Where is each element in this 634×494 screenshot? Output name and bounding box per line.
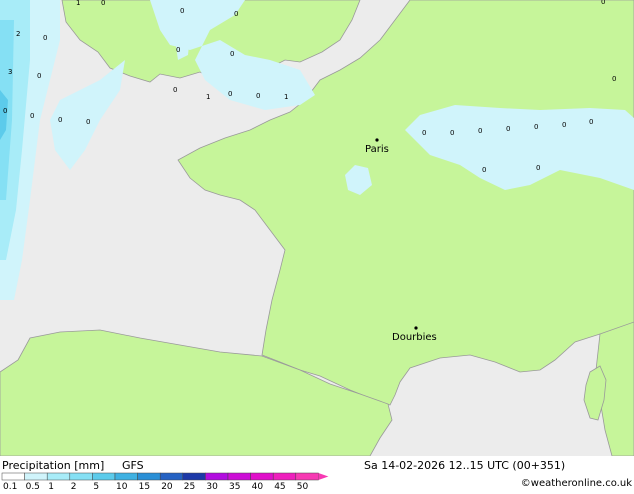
station-value: 0 (506, 125, 510, 133)
station-value: 0 (101, 0, 105, 7)
station-value: 0 (173, 86, 177, 94)
station-value: 0 (43, 34, 47, 42)
precipitation-map: 1 0 0 0 0 2 0 3 0 0 0 0 1 1 0 0 0 0 0 0 … (0, 0, 634, 456)
station-value: 0 (180, 7, 184, 15)
station-value: 0 (589, 118, 593, 126)
station-value: 0 (228, 90, 232, 98)
station-value: 0 (86, 118, 90, 126)
city-dot-dourbies (414, 326, 418, 330)
station-value: 0 (30, 112, 34, 120)
colorbar-tick-label: 5 (93, 482, 99, 490)
colorbar-ticks: 0.1 0.5 1 2 5 10 15 20 25 30 35 40 45 50 (3, 482, 309, 492)
footer: Precipitation [mm] GFS Sa 14-02-2026 12.… (0, 456, 634, 492)
colorbar-segment (227, 472, 251, 481)
station-value: 0 (562, 121, 566, 129)
colorbar-segment (295, 472, 319, 481)
legend-model: GFS (122, 459, 144, 472)
station-value: 2 (16, 30, 20, 38)
station-value: 1 (76, 0, 80, 7)
city-label-dourbies: Dourbies (392, 332, 437, 343)
station-value: 1 (284, 93, 288, 101)
colorbar-segment (92, 472, 116, 481)
station-value: 0 (534, 123, 538, 131)
colorbar-segment (137, 472, 161, 481)
colorbar-tick-label: 2 (71, 482, 77, 490)
station-value: 1 (206, 93, 210, 101)
colorbar-segment (114, 472, 138, 481)
colorbar-segment (1, 472, 25, 481)
colorbar (1, 472, 329, 481)
colorbar-tick-label: 30 (206, 482, 218, 490)
colorbar-segment (24, 472, 48, 481)
colorbar-tick-label: 10 (116, 482, 128, 490)
colorbar-tick-label: 25 (184, 482, 195, 490)
colorbar-tick-label: 45 (274, 482, 285, 490)
colorbar-tick-label: 15 (139, 482, 150, 490)
station-value: 0 (478, 127, 482, 135)
station-value: 0 (58, 116, 62, 124)
colorbar-tick-label: 1 (48, 482, 54, 490)
station-value: 0 (601, 0, 605, 6)
colorbar-tick-label: 50 (297, 482, 309, 490)
colorbar-tick-label: 35 (229, 482, 240, 490)
colorbar-segment (205, 472, 229, 481)
colorbar-segment (272, 472, 297, 481)
station-value: 0 (422, 129, 426, 137)
station-value: 0 (450, 129, 454, 137)
station-value: 0 (256, 92, 260, 100)
colorbar-tick-label: 0.1 (3, 482, 17, 490)
credit-text: ©weatheronline.co.uk (521, 478, 632, 489)
legend-title: Precipitation [mm] (2, 459, 104, 472)
colorbar-segment (182, 472, 206, 481)
station-value: 3 (8, 68, 12, 76)
city-label-paris: Paris (365, 144, 389, 155)
station-value: 0 (536, 164, 540, 172)
legend: Precipitation [mm] GFS Sa 14-02-2026 12.… (1, 459, 632, 492)
colorbar-segment (250, 472, 274, 481)
colorbar-segment (69, 472, 93, 481)
colorbar-segment (159, 472, 184, 481)
station-value: 0 (482, 166, 486, 174)
city-dot-paris (375, 138, 379, 142)
station-value: 0 (612, 75, 616, 83)
colorbar-arrow (318, 473, 329, 480)
station-value: 0 (230, 50, 234, 58)
colorbar-tick-label: 0.5 (26, 482, 40, 490)
station-value: 0 (37, 72, 41, 80)
station-value: 0 (3, 107, 7, 115)
colorbar-segment (46, 472, 71, 481)
colorbar-tick-label: 20 (161, 482, 173, 490)
station-value: 0 (176, 46, 180, 54)
forecast-timestamp: Sa 14-02-2026 12..15 UTC (00+351) (364, 459, 565, 472)
colorbar-tick-label: 40 (252, 482, 264, 490)
station-value: 0 (234, 10, 238, 18)
